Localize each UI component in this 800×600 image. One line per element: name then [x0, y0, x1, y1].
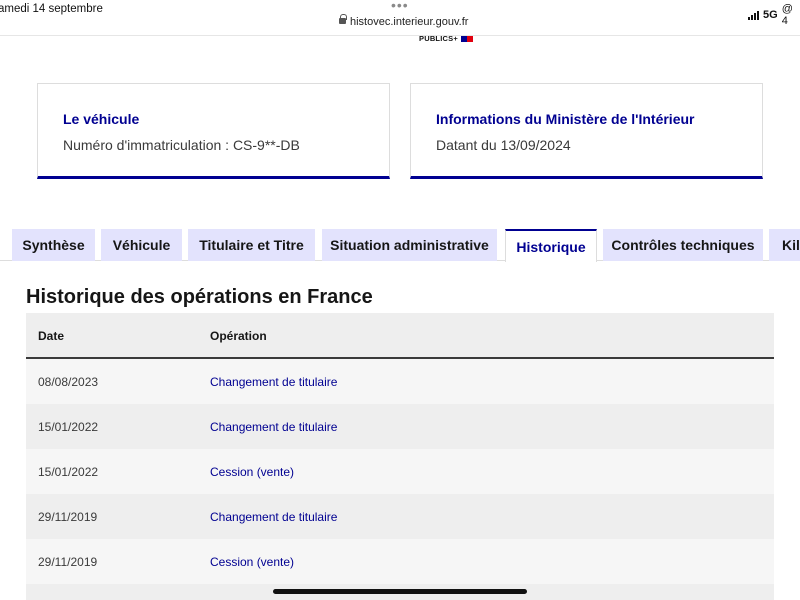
ios-status-bar: amedi 14 septembre ••• histovec.interieu…: [0, 0, 800, 36]
row-date: 29/11/2019: [38, 510, 98, 524]
ministry-card-date: Datant du 13/09/2024: [436, 137, 571, 153]
tab-synthese[interactable]: Synthèse: [12, 229, 95, 261]
table-row: 15/01/2022 Changement de titulaire: [26, 404, 774, 449]
tab-controles-techniques[interactable]: Contrôles techniques: [603, 229, 763, 261]
status-indicators: 5G @ 4: [748, 3, 800, 27]
row-date: 15/01/2022: [38, 465, 99, 479]
tab-kilometrage[interactable]: Kil: [769, 229, 800, 261]
column-header-operation: Opération: [210, 329, 267, 343]
tab-historique[interactable]: Historique: [505, 229, 597, 262]
tab-situation-administrative[interactable]: Situation administrative: [322, 229, 497, 261]
vehicle-card-title: Le véhicule: [63, 111, 140, 127]
lock-icon: [339, 14, 347, 26]
status-time: amedi 14 septembre: [0, 3, 103, 15]
ministry-card-title: Informations du Ministère de l'Intérieur: [436, 111, 695, 127]
row-date: 29/11/2019: [38, 555, 98, 569]
table-row: 15/01/2022 Cession (vente): [26, 449, 774, 494]
tab-bar: Synthèse Véhicule Titulaire et Titre Sit…: [0, 229, 800, 262]
row-operation-link[interactable]: Changement de titulaire: [210, 420, 337, 434]
row-date: 15/01/2022: [38, 420, 99, 434]
row-operation-link[interactable]: Changement de titulaire: [210, 375, 337, 389]
tab-titulaire-titre[interactable]: Titulaire et Titre: [188, 229, 315, 261]
operations-table: Date Opération 08/08/2023 Changement de …: [26, 313, 774, 600]
more-dots-icon[interactable]: •••: [391, 0, 409, 13]
status-extra: @ 4: [781, 3, 793, 27]
table-row: 29/11/2019 Changement de titulaire: [26, 494, 774, 539]
column-header-date: Date: [38, 329, 65, 343]
address-bar[interactable]: histovec.interieur.gouv.fr: [339, 14, 469, 28]
registration-number: Numéro d'immatriculation : CS-9**-DB: [63, 137, 300, 153]
publics-logo: PUBLICS+: [419, 34, 473, 43]
signal-icon: [748, 10, 759, 20]
tab-vehicule[interactable]: Véhicule: [101, 229, 182, 261]
table-header: Date Opération: [26, 313, 774, 359]
network-label: 5G: [763, 9, 778, 21]
table-row: 29/11/2019 Cession (vente): [26, 539, 774, 584]
publics-mark-icon: [460, 36, 473, 43]
row-date: 08/08/2023: [38, 375, 99, 389]
ministry-info-card: Informations du Ministère de l'Intérieur…: [410, 83, 763, 179]
row-operation-link[interactable]: Cession (vente): [210, 555, 294, 569]
publics-label: PUBLICS+: [419, 34, 458, 43]
row-operation-link[interactable]: Cession (vente): [210, 465, 294, 479]
page-title: Historique des opérations en France: [26, 286, 373, 308]
vehicle-card: Le véhicule Numéro d'immatriculation : C…: [37, 83, 390, 179]
table-row: 08/08/2023 Changement de titulaire: [26, 359, 774, 404]
home-indicator[interactable]: [273, 589, 527, 594]
row-operation-link[interactable]: Changement de titulaire: [210, 510, 337, 524]
address-bar-url: histovec.interieur.gouv.fr: [350, 16, 469, 28]
